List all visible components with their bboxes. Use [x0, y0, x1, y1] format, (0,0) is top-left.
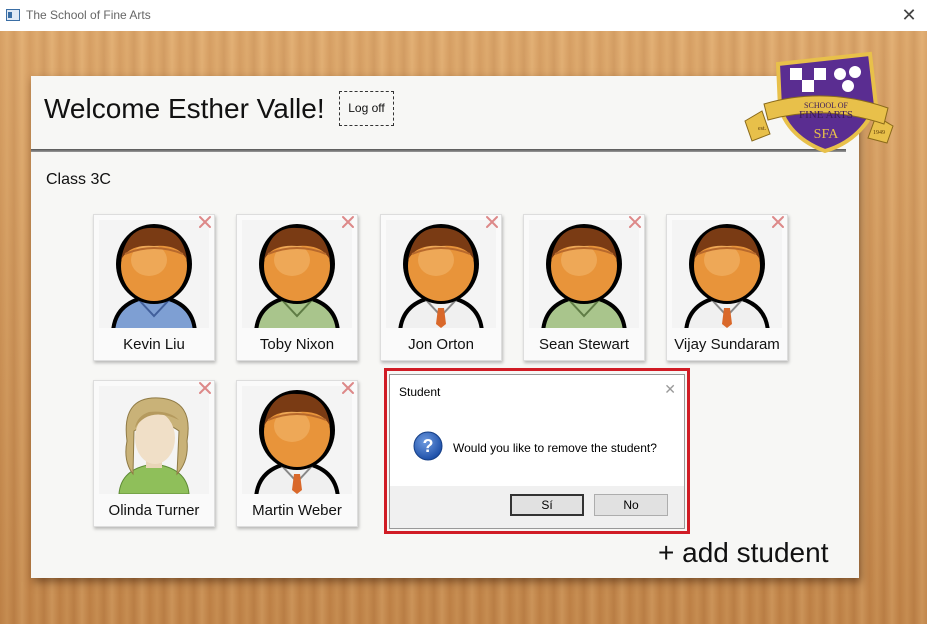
remove-student-icon[interactable] — [485, 215, 499, 229]
svg-text:?: ? — [423, 436, 434, 456]
student-avatar — [99, 220, 209, 328]
add-student-button[interactable]: + add student — [658, 537, 828, 569]
remove-student-icon[interactable] — [198, 381, 212, 395]
window-close-icon[interactable]: ✕ — [897, 3, 921, 27]
remove-student-icon[interactable] — [198, 215, 212, 229]
student-name: Vijay Sundaram — [674, 336, 780, 353]
student-name: Olinda Turner — [108, 502, 200, 519]
window-title: The School of Fine Arts — [26, 8, 151, 22]
student-avatar — [242, 220, 352, 328]
student-avatar — [386, 220, 496, 328]
student-card[interactable]: Olinda Turner — [93, 380, 215, 527]
student-avatar — [242, 386, 352, 494]
student-avatar — [672, 220, 782, 328]
remove-student-icon[interactable] — [341, 381, 355, 395]
student-avatar — [99, 386, 209, 494]
student-name: Kevin Liu — [123, 336, 185, 353]
remove-student-icon[interactable] — [341, 215, 355, 229]
student-name: Jon Orton — [408, 336, 474, 353]
remove-student-icon[interactable] — [771, 215, 785, 229]
student-name: Sean Stewart — [538, 336, 630, 353]
dialog-title: Student — [399, 385, 441, 399]
logo-text-line2: FINE ARTS — [799, 109, 853, 121]
dialog-message: Would you like to remove the student? — [453, 441, 657, 455]
log-off-button[interactable]: Log off — [339, 91, 394, 126]
student-name: Martin Weber — [252, 502, 342, 519]
student-card[interactable]: Sean Stewart — [523, 214, 645, 361]
logo-banner-left: est. — [758, 126, 767, 132]
student-card[interactable]: Martin Weber — [236, 380, 358, 527]
app-window-icon — [6, 9, 20, 21]
question-icon: ? — [413, 431, 443, 461]
student-card[interactable]: Vijay Sundaram — [666, 214, 788, 361]
header-divider — [31, 149, 846, 152]
student-card[interactable]: Jon Orton — [380, 214, 502, 361]
school-logo: SCHOOL OF FINE ARTS SFA est. 1949 — [744, 51, 894, 154]
dialog-close-icon[interactable]: ✕ — [664, 381, 676, 398]
yes-button[interactable]: Sí — [510, 494, 584, 516]
logo-initials: SFA — [814, 127, 840, 142]
student-avatar — [529, 220, 639, 328]
class-label: Class 3C — [46, 171, 111, 188]
remove-student-icon[interactable] — [628, 215, 642, 229]
window-titlebar: The School of Fine Arts ✕ — [0, 0, 927, 31]
no-button[interactable]: No — [594, 494, 668, 516]
remove-student-dialog: Student ✕ ? Would you like to remove the… — [389, 374, 685, 529]
student-name: Toby Nixon — [259, 336, 335, 353]
student-card[interactable]: Kevin Liu — [93, 214, 215, 361]
welcome-heading: Welcome Esther Valle! — [44, 93, 325, 124]
student-card[interactable]: Toby Nixon — [236, 214, 358, 361]
logo-banner-right: 1949 — [873, 130, 885, 136]
